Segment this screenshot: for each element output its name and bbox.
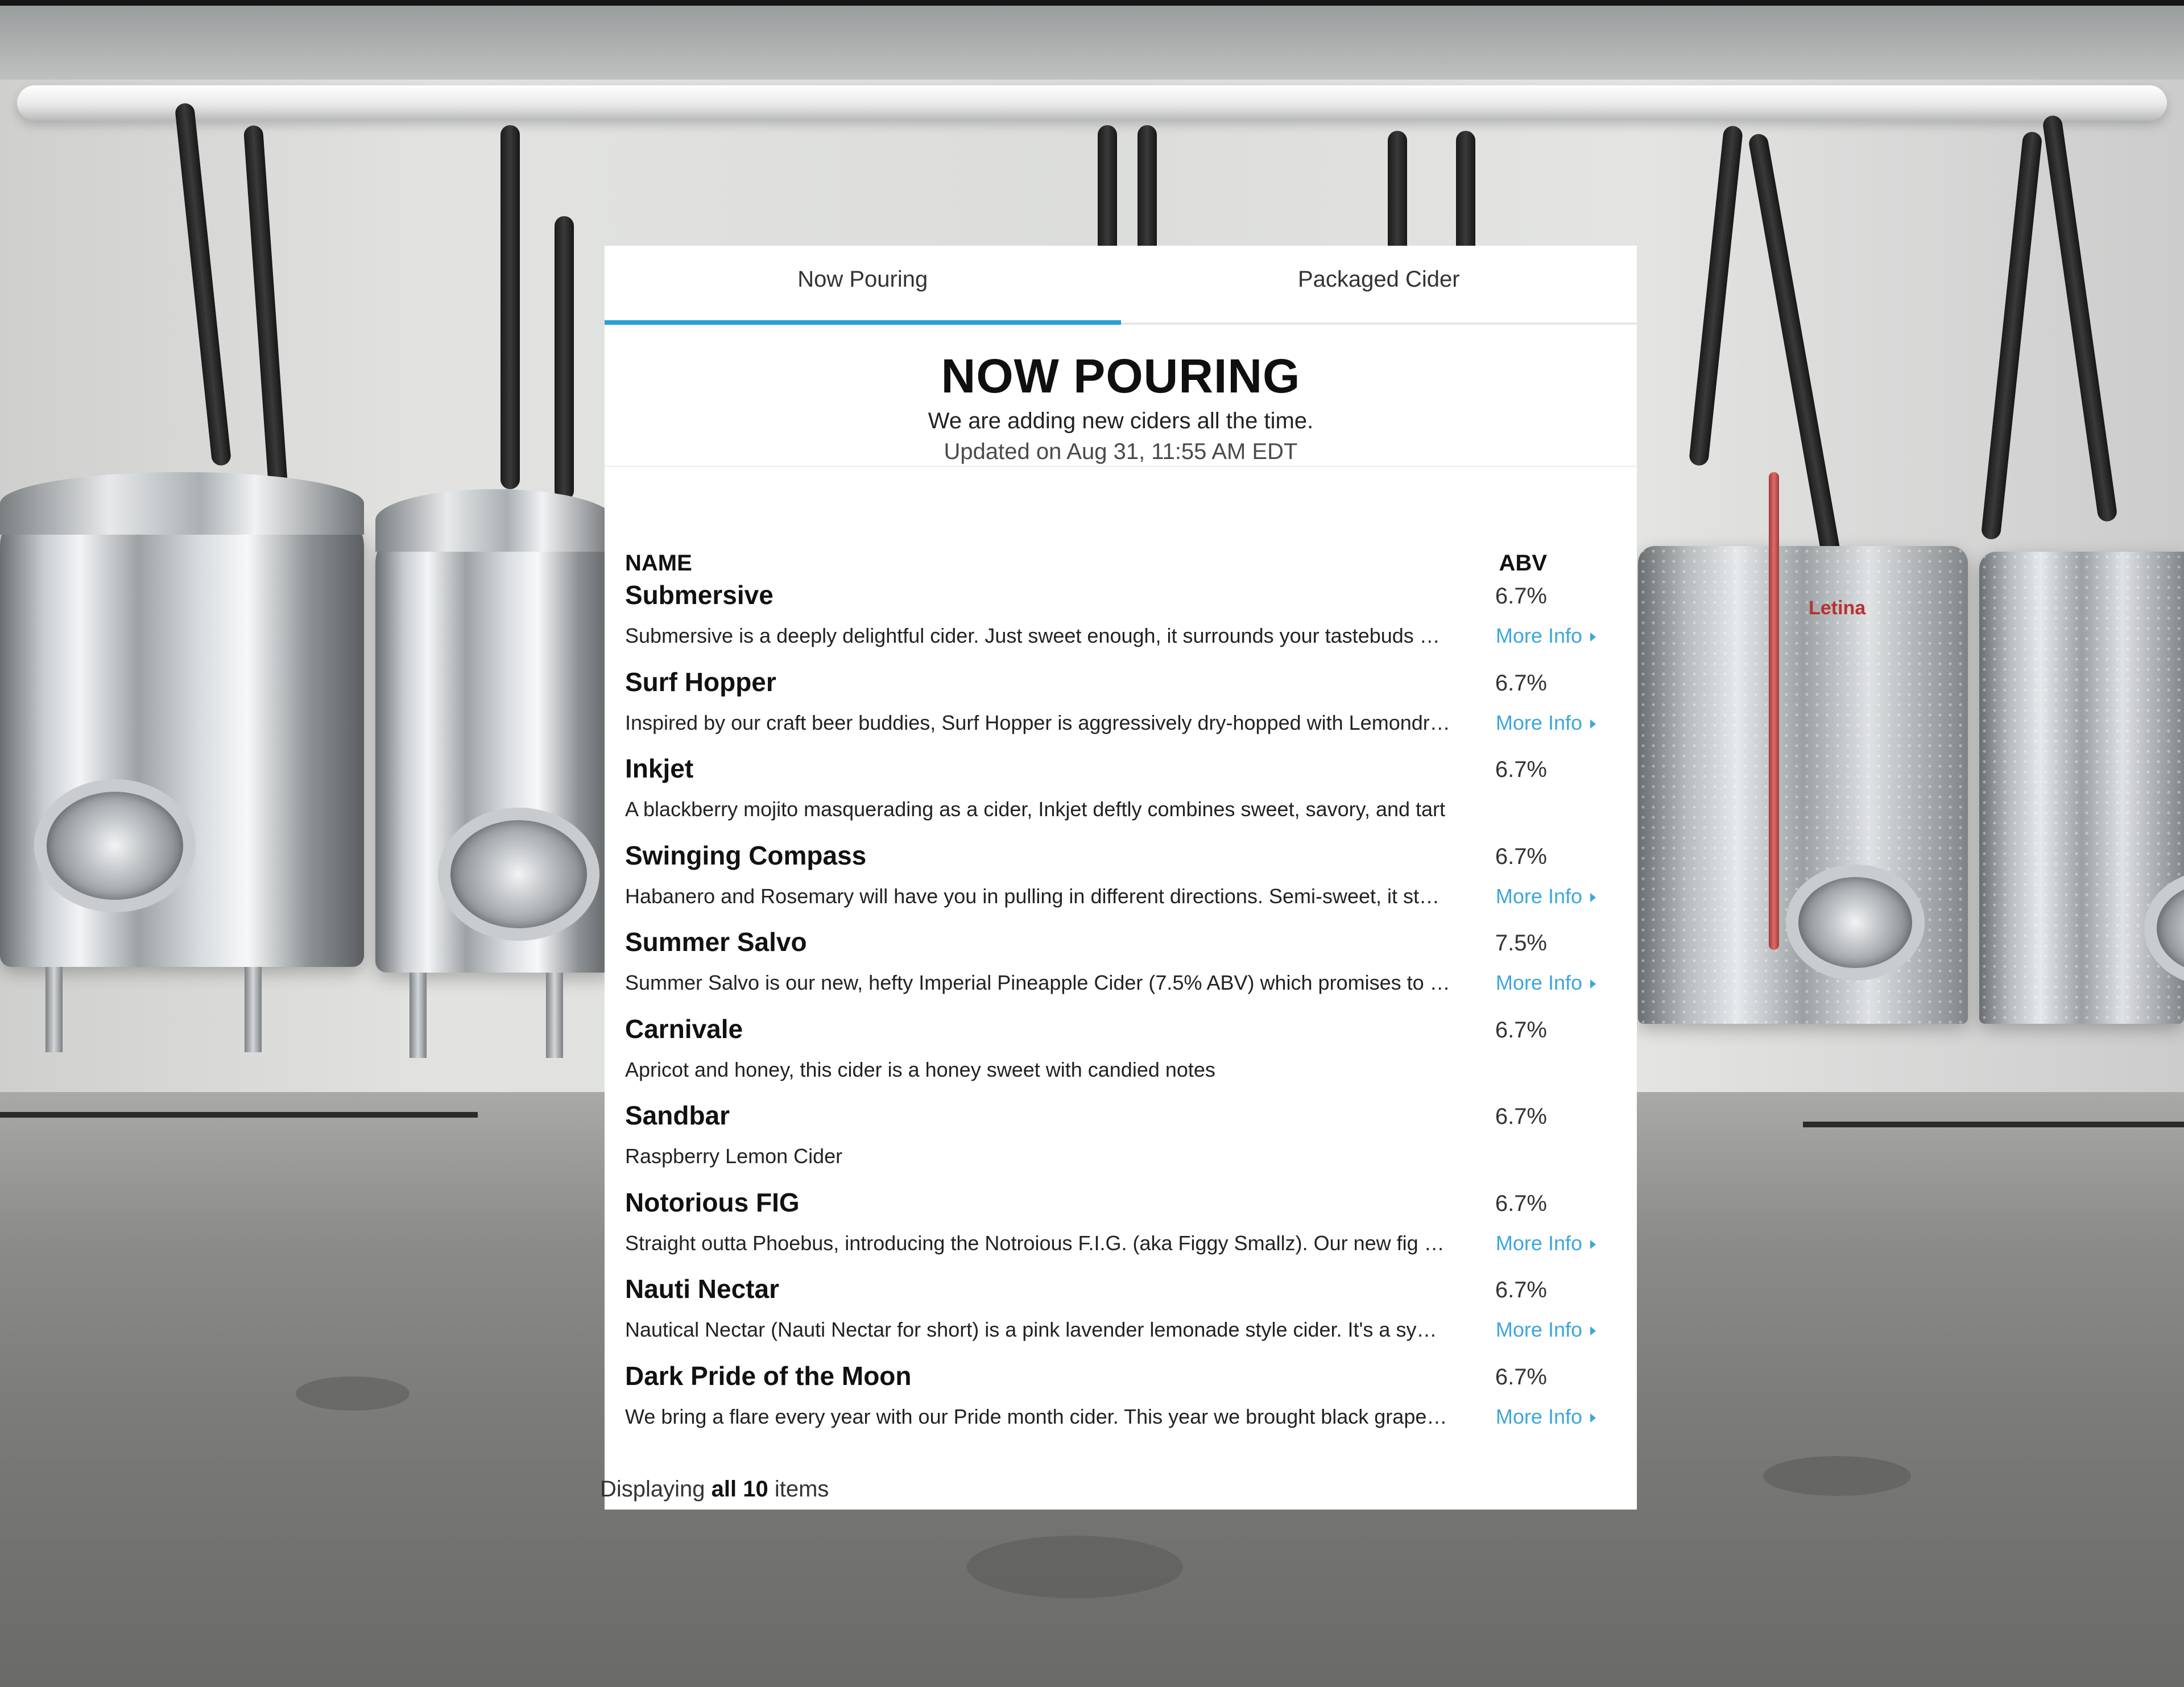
floor-drain [0, 1112, 478, 1118]
page-title: NOW POURING [941, 349, 1301, 403]
item-count: Displaying all 10 items [600, 1473, 829, 1505]
list-item[interactable]: Sandbar 6.7% Raspberry Lemon Cider [625, 1098, 1616, 1185]
more-info-link[interactable]: More Info [1496, 709, 1596, 737]
puddle [296, 1376, 410, 1411]
puddle [1763, 1456, 1911, 1496]
tank-brand: Letina [1809, 597, 1866, 619]
hose [555, 216, 574, 501]
cider-description: Raspberry Lemon Cider [625, 1144, 843, 1168]
steel-tank: Letina [1638, 472, 1968, 1024]
cider-description: A blackberry mojito masquerading as a ci… [625, 797, 1446, 821]
caret-right-icon [1590, 719, 1596, 729]
cider-abv: 6.7% [1495, 1277, 1547, 1303]
updated-timestamp: Updated on Aug 31, 11:55 AM EDT [944, 439, 1298, 464]
more-info-link[interactable]: More Info [1496, 883, 1596, 910]
cider-abv: 6.7% [1495, 584, 1547, 609]
caret-right-icon [1590, 1413, 1596, 1423]
more-info-link[interactable]: More Info [1496, 1230, 1596, 1257]
more-info-link[interactable]: More Info [1496, 622, 1596, 650]
more-info-label: More Info [1495, 884, 1582, 908]
column-abv-header: ABV [1499, 551, 1547, 576]
ceiling [0, 6, 2184, 80]
more-info-label: More Info [1495, 624, 1582, 647]
tab-now-pouring[interactable]: Now Pouring [605, 246, 1121, 325]
hose [1098, 125, 1117, 256]
list-item[interactable]: Dark Pride of the Moon 6.7% We bring a fla… [625, 1359, 1616, 1446]
caret-right-icon [1590, 1239, 1596, 1249]
more-info-label: More Info [1495, 710, 1582, 734]
hose [1456, 131, 1475, 262]
cider-list: NAME ABV Submersive 6.7% Submersive is a d… [605, 549, 1637, 1445]
cider-abv: 6.7% [1495, 1190, 1547, 1216]
cider-name[interactable]: Inkjet [625, 751, 693, 785]
steel-tank [0, 472, 364, 1052]
cider-abv: 6.7% [1495, 1017, 1547, 1043]
cider-name[interactable]: Sandbar [625, 1098, 730, 1132]
list-item[interactable]: Swinging Compass 6.7% Habanero and Rosemar… [625, 838, 1616, 925]
steel-tank [375, 489, 614, 1058]
hose [1138, 125, 1157, 256]
more-info-link[interactable]: More Info [1496, 969, 1596, 997]
list-item[interactable]: Submersive 6.7% Submersive is a deeply del… [625, 578, 1616, 665]
list-item[interactable]: Inkjet 6.7% A blackberry mojito masqueradi… [625, 751, 1616, 838]
cider-name[interactable]: Carnivale [625, 1012, 743, 1046]
menu-header: NOW POURING We are adding new ciders all… [605, 325, 1637, 467]
item-count-prefix: Displaying [600, 1477, 712, 1502]
cider-abv: 6.7% [1495, 1104, 1547, 1129]
cider-name[interactable]: Surf Hopper [625, 665, 776, 699]
cider-name[interactable]: Notorious FIG [625, 1185, 800, 1219]
cider-name[interactable]: Submersive [625, 578, 774, 612]
hose [1388, 131, 1407, 262]
cider-name[interactable]: Nauti Nectar [625, 1272, 779, 1306]
list-item[interactable]: Summer Salvo 7.5% Summer Salvo is our new,… [625, 925, 1616, 1012]
more-info-label: More Info [1495, 1318, 1582, 1341]
list-item[interactable]: Notorious FIG 6.7% Straight outta Phoebus,… [625, 1185, 1616, 1272]
more-info-label: More Info [1495, 1231, 1582, 1255]
list-item[interactable]: Surf Hopper 6.7% Inspired by our craft bee… [625, 665, 1616, 752]
list-item[interactable]: Nauti Nectar 6.7% Nautical Nectar (Nauti N… [625, 1272, 1616, 1359]
more-info-label: More Info [1495, 1404, 1582, 1428]
cider-name[interactable]: Dark Pride of the Moon [625, 1359, 911, 1393]
tab-bar: Now Pouring Packaged Cider [605, 246, 1637, 325]
cider-abv: 6.7% [1495, 670, 1547, 696]
cider-description: Apricot and honey, this cider is a honey… [625, 1057, 1215, 1081]
more-info-link[interactable]: More Info [1496, 1403, 1596, 1430]
item-count-value: all 10 [711, 1477, 768, 1502]
cider-description: Inspired by our craft beer buddies, Surf… [625, 710, 1450, 734]
page-subtitle: We are adding new ciders all the time. [928, 408, 1314, 433]
column-name-header: NAME [625, 551, 692, 576]
cider-abv: 6.7% [1495, 757, 1547, 782]
item-count-suffix: items [768, 1477, 829, 1502]
more-info-link[interactable]: More Info [1496, 1316, 1596, 1343]
cider-name[interactable]: Swinging Compass [625, 838, 866, 873]
top-border [0, 0, 2184, 6]
hose [500, 125, 520, 489]
caret-right-icon [1590, 979, 1596, 989]
cider-abv: 7.5% [1495, 931, 1547, 956]
cider-abv: 6.7% [1495, 844, 1547, 869]
list-item[interactable]: Carnivale 6.7% Apricot and honey, this cid… [625, 1012, 1616, 1099]
caret-right-icon [1590, 632, 1596, 642]
cider-description: Summer Salvo is our new, hefty Imperial … [625, 971, 1450, 994]
floor-drain [1803, 1122, 2184, 1127]
more-info-label: More Info [1495, 971, 1582, 994]
puddle [967, 1536, 1183, 1598]
caret-right-icon [1590, 892, 1596, 902]
steel-tank [1979, 552, 2184, 1024]
cider-description: Straight outta Phoebus, introducing the … [625, 1231, 1445, 1255]
caret-right-icon [1590, 1326, 1596, 1336]
cider-description: Habanero and Rosemary will have you in p… [625, 884, 1440, 908]
cider-description: Submersive is a deeply delightful cider.… [625, 624, 1440, 647]
cider-name[interactable]: Summer Salvo [625, 925, 807, 959]
cider-abv: 6.7% [1495, 1364, 1547, 1390]
cider-description: We bring a flare every year with our Pri… [625, 1404, 1447, 1428]
column-header: NAME ABV [625, 549, 1616, 578]
menu-widget: Now Pouring Packaged Cider NOW POURING W… [600, 246, 1637, 1510]
overhead-pipe [17, 85, 2167, 121]
cider-description: Nautical Nectar (Nauti Nectar for short)… [625, 1318, 1437, 1341]
tab-packaged-cider[interactable]: Packaged Cider [1121, 246, 1637, 322]
